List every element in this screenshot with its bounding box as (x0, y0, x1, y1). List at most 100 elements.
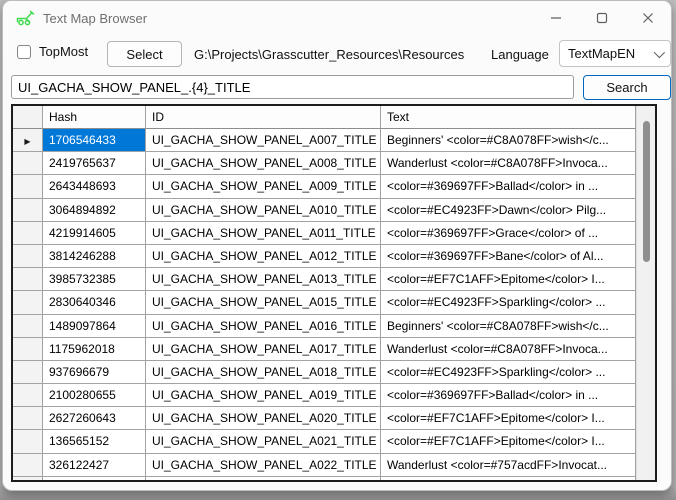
table-row[interactable]: 2100280655 UI_GACHA_SHOW_PANEL_A019_TITL… (13, 384, 636, 407)
minimize-button[interactable] (533, 1, 579, 35)
text-cell[interactable]: <color=#EC4923FF>Sparkling</color> ... (381, 361, 636, 384)
table-row[interactable]: 3985732385 UI_GACHA_SHOW_PANEL_A013_TITL… (13, 268, 636, 291)
id-cell[interactable]: UI_GACHA_SHOW_PANEL_A018_TITLE (146, 361, 381, 384)
select-button[interactable]: Select (107, 41, 182, 67)
table-row[interactable]: 1489097864 UI_GACHA_SHOW_PANEL_A016_TITL… (13, 315, 636, 338)
hash-cell[interactable] (43, 477, 146, 480)
minimize-icon (550, 12, 562, 24)
row-selector-cell[interactable] (13, 152, 43, 175)
hash-cell[interactable]: 2830640346 (43, 291, 146, 314)
table-row[interactable]: 1175962018 UI_GACHA_SHOW_PANEL_A017_TITL… (13, 338, 636, 361)
column-header-hash[interactable]: Hash (43, 106, 146, 129)
table-row[interactable]: 3064894892 UI_GACHA_SHOW_PANEL_A010_TITL… (13, 199, 636, 222)
topmost-checkbox-group[interactable]: TopMost (17, 44, 88, 59)
app-window: Text Map Browser TopMost Select G:\Proje… (2, 0, 672, 491)
text-cell[interactable]: <color=#EF7C1AFF>Epitome</color> I... (381, 430, 636, 453)
hash-cell[interactable]: 1489097864 (43, 315, 146, 338)
row-selector-cell[interactable] (13, 199, 43, 222)
row-selector-cell[interactable] (13, 407, 43, 430)
hash-cell[interactable]: 2100280655 (43, 384, 146, 407)
table-row[interactable]: 2830640346 UI_GACHA_SHOW_PANEL_A015_TITL… (13, 291, 636, 314)
maximize-button[interactable] (579, 1, 625, 35)
id-cell[interactable]: UI_GACHA_SHOW_PANEL_A021_TITLE (146, 430, 381, 453)
search-input[interactable] (11, 75, 574, 99)
text-cell[interactable]: Wanderlust <color=#757acdFF>Invocat... (381, 454, 636, 477)
id-cell[interactable] (146, 477, 381, 480)
column-header-text[interactable]: Text (381, 106, 636, 129)
text-cell[interactable] (381, 477, 636, 480)
hash-cell[interactable]: 1706546433 (43, 129, 146, 152)
hash-cell[interactable]: 2419765637 (43, 152, 146, 175)
text-cell[interactable]: <color=#369697FF>Grace</color> of ... (381, 222, 636, 245)
hash-cell[interactable]: 136565152 (43, 430, 146, 453)
vertical-scrollbar[interactable] (636, 106, 655, 480)
id-cell[interactable]: UI_GACHA_SHOW_PANEL_A007_TITLE (146, 129, 381, 152)
id-cell[interactable]: UI_GACHA_SHOW_PANEL_A011_TITLE (146, 222, 381, 245)
search-button[interactable]: Search (583, 75, 671, 100)
table-row[interactable]: 4219914605 UI_GACHA_SHOW_PANEL_A011_TITL… (13, 222, 636, 245)
row-selector-cell[interactable] (13, 454, 43, 477)
hash-cell[interactable]: 2627260643 (43, 407, 146, 430)
row-selector-cell[interactable] (13, 361, 43, 384)
hash-cell[interactable]: 3064894892 (43, 199, 146, 222)
id-cell[interactable]: UI_GACHA_SHOW_PANEL_A009_TITLE (146, 175, 381, 198)
row-selector-cell[interactable] (13, 175, 43, 198)
text-cell[interactable]: Wanderlust <color=#C8A078FF>Invoca... (381, 152, 636, 175)
table-row[interactable]: 2627260643 UI_GACHA_SHOW_PANEL_A020_TITL… (13, 407, 636, 430)
language-dropdown[interactable]: TextMapEN (559, 40, 671, 67)
row-selector-cell[interactable] (13, 315, 43, 338)
id-cell[interactable]: UI_GACHA_SHOW_PANEL_A017_TITLE (146, 338, 381, 361)
table-row[interactable]: 3814246288 UI_GACHA_SHOW_PANEL_A012_TITL… (13, 245, 636, 268)
text-cell[interactable]: <color=#EC4923FF>Dawn</color> Pilg... (381, 199, 636, 222)
row-selector-cell[interactable] (13, 291, 43, 314)
text-cell[interactable]: <color=#EF7C1AFF>Epitome</color> I... (381, 407, 636, 430)
row-selector-cell[interactable] (13, 245, 43, 268)
text-cell[interactable]: Beginners' <color=#C8A078FF>wish</c... (381, 315, 636, 338)
text-cell[interactable]: Wanderlust <color=#C8A078FF>Invoca... (381, 338, 636, 361)
table-row[interactable] (13, 477, 636, 480)
table-row[interactable]: 2419765637 UI_GACHA_SHOW_PANEL_A008_TITL… (13, 152, 636, 175)
hash-cell[interactable]: 937696679 (43, 361, 146, 384)
table-row[interactable]: 136565152 UI_GACHA_SHOW_PANEL_A021_TITLE… (13, 430, 636, 453)
text-cell[interactable]: Beginners' <color=#C8A078FF>wish</c... (381, 129, 636, 152)
id-cell[interactable]: UI_GACHA_SHOW_PANEL_A012_TITLE (146, 245, 381, 268)
topmost-checkbox[interactable] (17, 45, 31, 59)
table-row[interactable]: 2643448693 UI_GACHA_SHOW_PANEL_A009_TITL… (13, 175, 636, 198)
text-map-grid: Hash ID Text ▶ 1706546433 UI_GACHA_SHOW_… (11, 104, 657, 482)
id-cell[interactable]: UI_GACHA_SHOW_PANEL_A020_TITLE (146, 407, 381, 430)
column-header-id[interactable]: ID (146, 106, 381, 129)
id-cell[interactable]: UI_GACHA_SHOW_PANEL_A019_TITLE (146, 384, 381, 407)
hash-cell[interactable]: 1175962018 (43, 338, 146, 361)
hash-cell[interactable]: 2643448693 (43, 175, 146, 198)
id-cell[interactable]: UI_GACHA_SHOW_PANEL_A015_TITLE (146, 291, 381, 314)
hash-cell[interactable]: 3814246288 (43, 245, 146, 268)
text-cell[interactable]: <color=#EF7C1AFF>Epitome</color> I... (381, 268, 636, 291)
row-selector-header[interactable] (13, 106, 43, 129)
row-selector-cell[interactable] (13, 430, 43, 453)
table-row[interactable]: 937696679 UI_GACHA_SHOW_PANEL_A018_TITLE… (13, 361, 636, 384)
text-cell[interactable]: <color=#369697FF>Ballad</color> in ... (381, 175, 636, 198)
id-cell[interactable]: UI_GACHA_SHOW_PANEL_A016_TITLE (146, 315, 381, 338)
close-button[interactable] (625, 1, 671, 35)
text-cell[interactable]: <color=#369697FF>Ballad</color> in ... (381, 384, 636, 407)
current-row-marker-icon: ▶ (24, 137, 30, 146)
id-cell[interactable]: UI_GACHA_SHOW_PANEL_A013_TITLE (146, 268, 381, 291)
hash-cell[interactable]: 3985732385 (43, 268, 146, 291)
row-selector-cell[interactable] (13, 338, 43, 361)
id-cell[interactable]: UI_GACHA_SHOW_PANEL_A022_TITLE (146, 454, 381, 477)
row-selector-cell[interactable] (13, 222, 43, 245)
search-row: Search (3, 75, 671, 101)
row-selector-cell[interactable] (13, 477, 43, 480)
hash-cell[interactable]: 4219914605 (43, 222, 146, 245)
table-row[interactable]: 326122427 UI_GACHA_SHOW_PANEL_A022_TITLE… (13, 454, 636, 477)
row-selector-cell[interactable]: ▶ (13, 129, 43, 152)
hash-cell[interactable]: 326122427 (43, 454, 146, 477)
id-cell[interactable]: UI_GACHA_SHOW_PANEL_A008_TITLE (146, 152, 381, 175)
table-row[interactable]: ▶ 1706546433 UI_GACHA_SHOW_PANEL_A007_TI… (13, 129, 636, 152)
text-cell[interactable]: <color=#EC4923FF>Sparkling</color> ... (381, 291, 636, 314)
id-cell[interactable]: UI_GACHA_SHOW_PANEL_A010_TITLE (146, 199, 381, 222)
scrollbar-thumb[interactable] (643, 121, 650, 262)
text-cell[interactable]: <color=#369697FF>Bane</color> of Al... (381, 245, 636, 268)
row-selector-cell[interactable] (13, 384, 43, 407)
row-selector-cell[interactable] (13, 268, 43, 291)
